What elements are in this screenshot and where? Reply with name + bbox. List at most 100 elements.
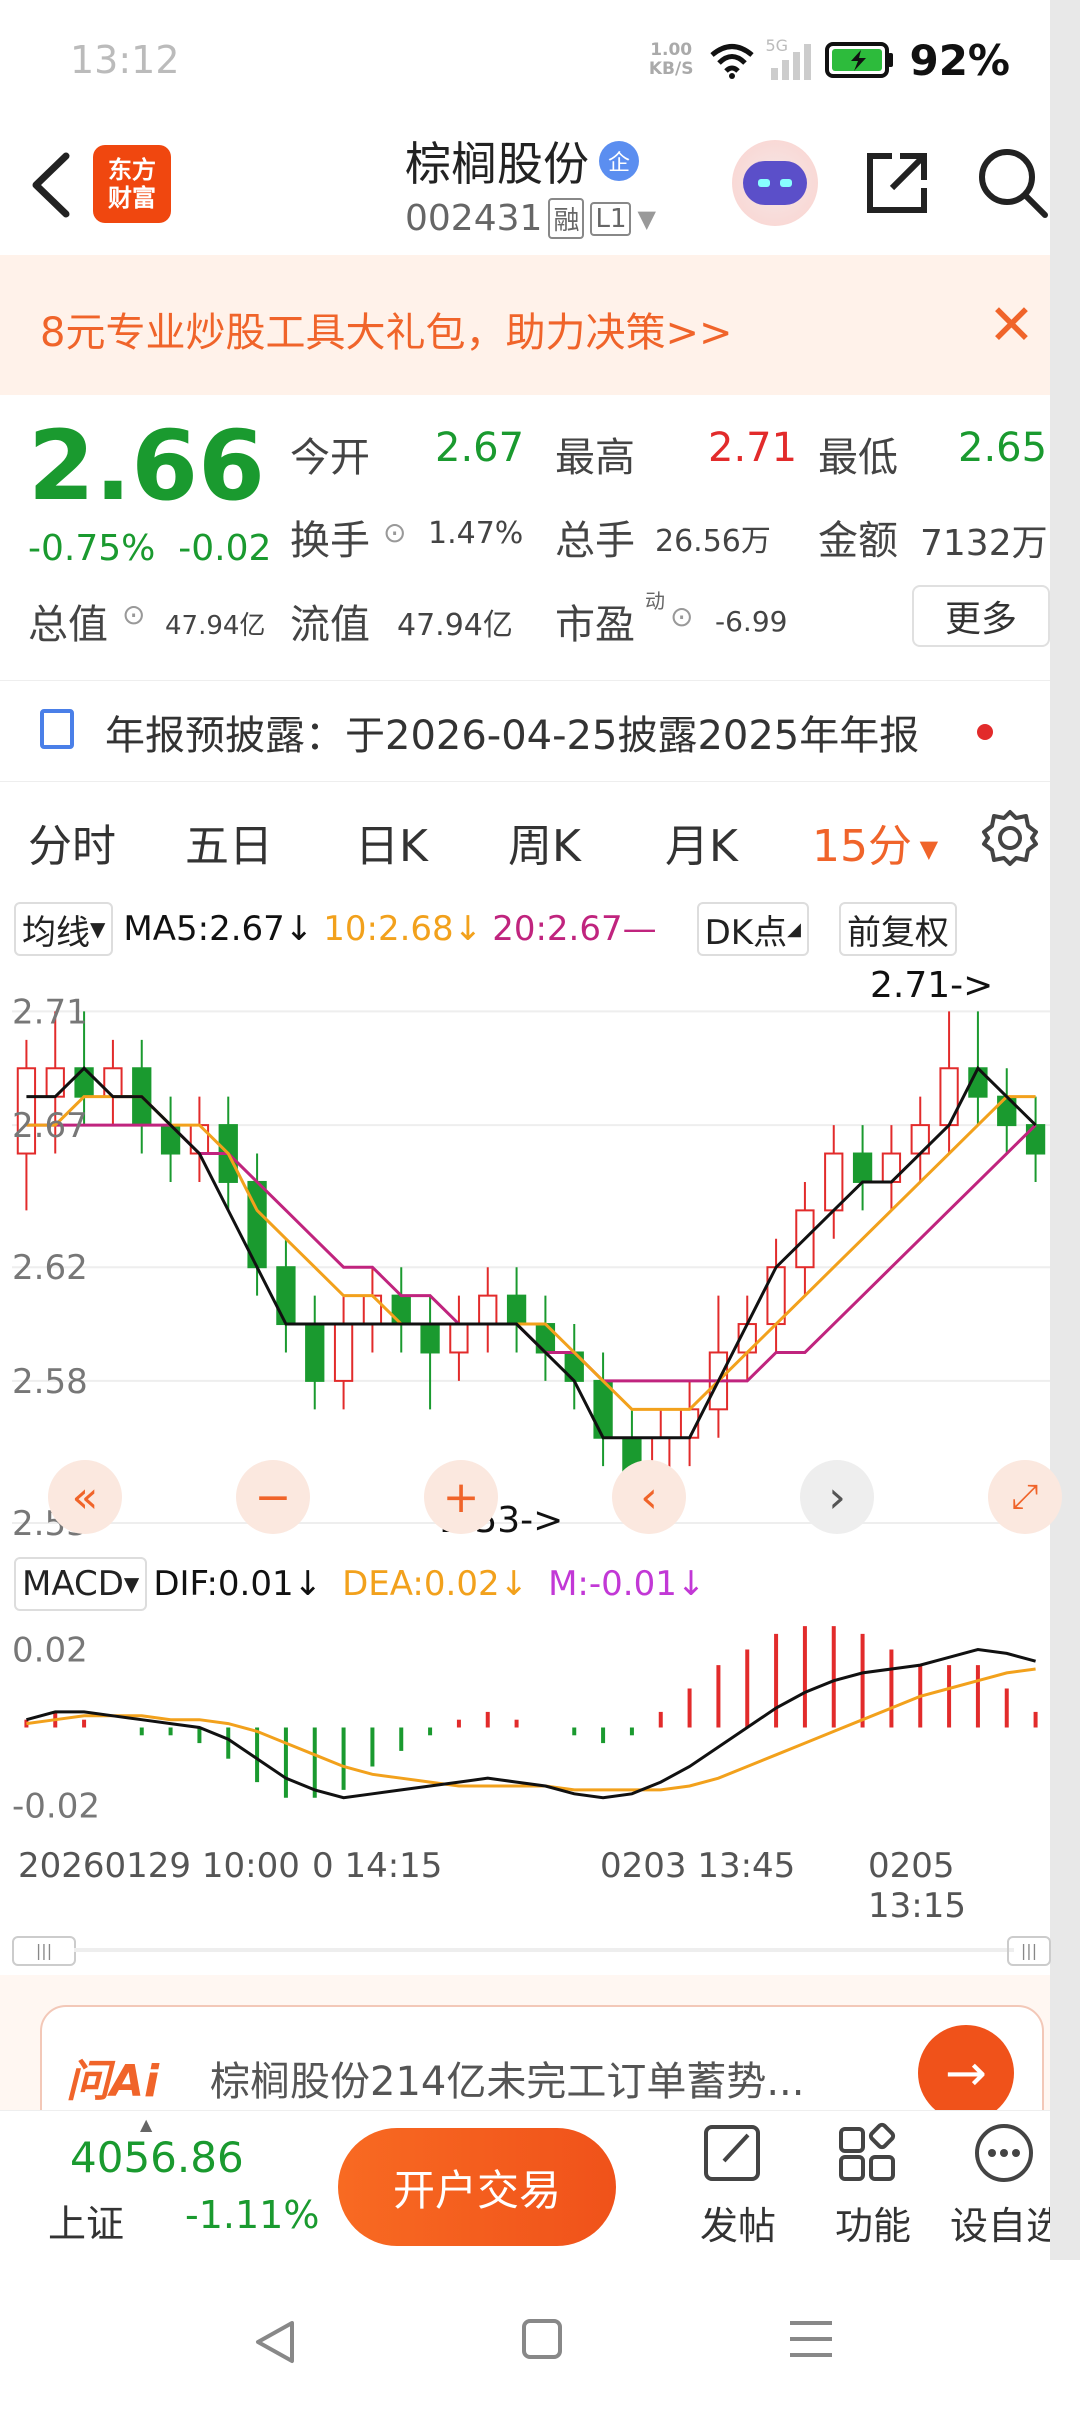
- zoom-out-button[interactable]: −: [236, 1460, 310, 1534]
- promo-text[interactable]: 8元专业炒股工具大礼包，助力决策>>: [40, 300, 732, 358]
- ai-assistant-avatar[interactable]: [732, 140, 818, 226]
- candle-body: [276, 1266, 296, 1326]
- candle-body: [506, 1294, 527, 1326]
- search-icon[interactable]: [975, 145, 1050, 220]
- annual-report-notice[interactable]: 年报预披露：于2026-04-25披露2025年年报: [0, 680, 1050, 782]
- macd-chart[interactable]: 0.02 -0.02: [12, 1620, 1050, 1835]
- post-button[interactable]: 发帖: [700, 2121, 776, 2250]
- scroller-handle-left[interactable]: |||: [12, 1936, 76, 1966]
- info-icon[interactable]: ⊙: [122, 598, 145, 631]
- date-axis: 20260129 10:00 0 14:15 0203 13:45 0205 1…: [0, 1838, 1050, 1926]
- tab-timeshare[interactable]: 分时: [28, 810, 116, 874]
- index-name[interactable]: 上证: [48, 2193, 124, 2248]
- low-label: 最低: [818, 435, 898, 481]
- pe-label: 市盈: [555, 602, 635, 648]
- dropdown-icon: ▼: [637, 204, 656, 233]
- amount-value: 7132万: [920, 523, 1048, 564]
- float-label: 流值: [290, 602, 370, 648]
- net-speed: 1.00 KB/S: [648, 40, 694, 79]
- index-value[interactable]: 4056.86: [70, 2133, 244, 2182]
- y-axis-label: 2.67: [12, 1106, 88, 1146]
- low-value: 2.65: [958, 425, 1048, 471]
- scroller-handle-right[interactable]: |||: [1007, 1936, 1051, 1966]
- index-change[interactable]: -1.11%: [185, 2193, 319, 2237]
- fullscreen-button[interactable]: ⤢: [988, 1460, 1062, 1534]
- date-label: 0205 13:15: [868, 1846, 966, 1926]
- candlestick-chart[interactable]: 2.712.672.622.582.53: [12, 963, 1050, 1543]
- signal-icon: 5G: [765, 36, 812, 80]
- turnover-label: 换手: [290, 518, 370, 564]
- macd-y-label: 0.02: [12, 1631, 88, 1671]
- promo-banner[interactable]: 8元专业炒股工具大礼包，助力决策>> ✕: [0, 255, 1050, 395]
- scroll-right-button[interactable]: ›: [800, 1460, 874, 1534]
- scroller-track: [74, 1948, 1014, 1952]
- expand-icon: ⤢: [1011, 1477, 1039, 1517]
- range-scroller[interactable]: ||| |||: [12, 1928, 1051, 1968]
- tab-15min[interactable]: 15分 ▼: [812, 810, 938, 874]
- system-nav-bar: [0, 2262, 1080, 2412]
- stock-name: 棕榈股份: [405, 137, 589, 191]
- ai-go-button[interactable]: →: [918, 2025, 1014, 2121]
- nav-menu-icon[interactable]: [788, 2317, 834, 2361]
- indicator-mode-select[interactable]: 均线 ▼: [14, 902, 114, 956]
- macd-select[interactable]: MACD ▼: [14, 1557, 148, 1611]
- function-button[interactable]: 功能: [835, 2121, 911, 2250]
- nav-back-icon[interactable]: [250, 2317, 300, 2367]
- ma-legend: 均线 ▼ MA5:2.67↓ 10:2.68↓ 20:2.67— DK点 ◢ 前复权: [0, 895, 1050, 963]
- status-bar: 13:12 1.00 KB/S 5G 92%: [0, 0, 1050, 125]
- stock-title[interactable]: 棕榈股份 企: [405, 128, 639, 194]
- close-icon[interactable]: ✕: [988, 293, 1035, 358]
- dif-line: [26, 1647, 1036, 1800]
- gear-icon[interactable]: [980, 808, 1040, 868]
- stock-code-row[interactable]: 002431 融 L1 ▼: [405, 198, 656, 239]
- open-account-button[interactable]: 开户交易: [338, 2128, 616, 2246]
- battery-percent: 92%: [909, 35, 1010, 85]
- candle-body: [420, 1323, 440, 1354]
- adjust-button[interactable]: 前复权: [838, 902, 957, 956]
- candle-body: [852, 1152, 873, 1183]
- candle-body: [939, 1067, 959, 1127]
- back-chevron-icon: [32, 152, 70, 218]
- enterprise-badge: 企: [599, 141, 639, 181]
- macd-y-label: -0.02: [12, 1787, 100, 1827]
- battery-icon: [825, 42, 894, 78]
- scroll-left-button[interactable]: ‹: [612, 1460, 686, 1534]
- margin-tag: 融: [548, 198, 585, 239]
- ai-logo: 问Ai: [66, 2056, 160, 2107]
- macd-legend: MACD ▼ DIF:0.01↓ DEA:0.02↓ M:-0.01↓: [0, 1548, 1050, 1620]
- status-icons: 1.00 KB/S 5G 92%: [649, 30, 1010, 90]
- chevron-right-icon: ›: [828, 1471, 846, 1523]
- y-axis-label: 2.58: [12, 1362, 88, 1402]
- zoom-in-button[interactable]: +: [424, 1460, 498, 1534]
- info-icon[interactable]: ⊙: [383, 516, 406, 549]
- date-label: 0203 13:45: [600, 1846, 796, 1886]
- mktcap-value: 47.94亿: [165, 611, 266, 641]
- nav-home-icon[interactable]: [520, 2317, 564, 2361]
- back-button[interactable]: [28, 150, 72, 226]
- current-price: 2.66: [28, 410, 265, 522]
- candle-body: [449, 1323, 469, 1354]
- rewind-fast-button[interactable]: «: [48, 1460, 122, 1534]
- notice-text: 年报预披露：于2026-04-25披露2025年年报: [105, 713, 920, 759]
- tab-weekly-k[interactable]: 周K: [508, 810, 581, 874]
- candle-body: [766, 1266, 786, 1326]
- minus-icon: −: [254, 1471, 292, 1523]
- tab-five-day[interactable]: 五日: [185, 810, 273, 874]
- document-icon: [40, 709, 74, 749]
- app-logo[interactable]: 东方 财富: [93, 145, 171, 223]
- dif-value: DIF:0.01↓: [153, 1564, 323, 1604]
- candle-body: [824, 1152, 844, 1212]
- tab-daily-k[interactable]: 日K: [355, 810, 428, 874]
- more-button[interactable]: 更多: [912, 585, 1050, 647]
- tab-monthly-k[interactable]: 月K: [665, 810, 738, 874]
- m-value: M:-0.01↓: [548, 1564, 706, 1604]
- wifi-icon: [710, 44, 755, 79]
- candle-body: [305, 1323, 325, 1382]
- custom-button[interactable]: 设自选: [950, 2121, 1050, 2250]
- scrollbar[interactable]: [1050, 0, 1080, 2260]
- ma5-value: MA5:2.67↓: [123, 909, 314, 949]
- mktcap-label: 总值: [28, 602, 108, 648]
- share-icon[interactable]: [862, 148, 932, 218]
- dk-point-button[interactable]: DK点 ◢: [696, 902, 809, 956]
- info-icon[interactable]: ⊙: [670, 600, 693, 633]
